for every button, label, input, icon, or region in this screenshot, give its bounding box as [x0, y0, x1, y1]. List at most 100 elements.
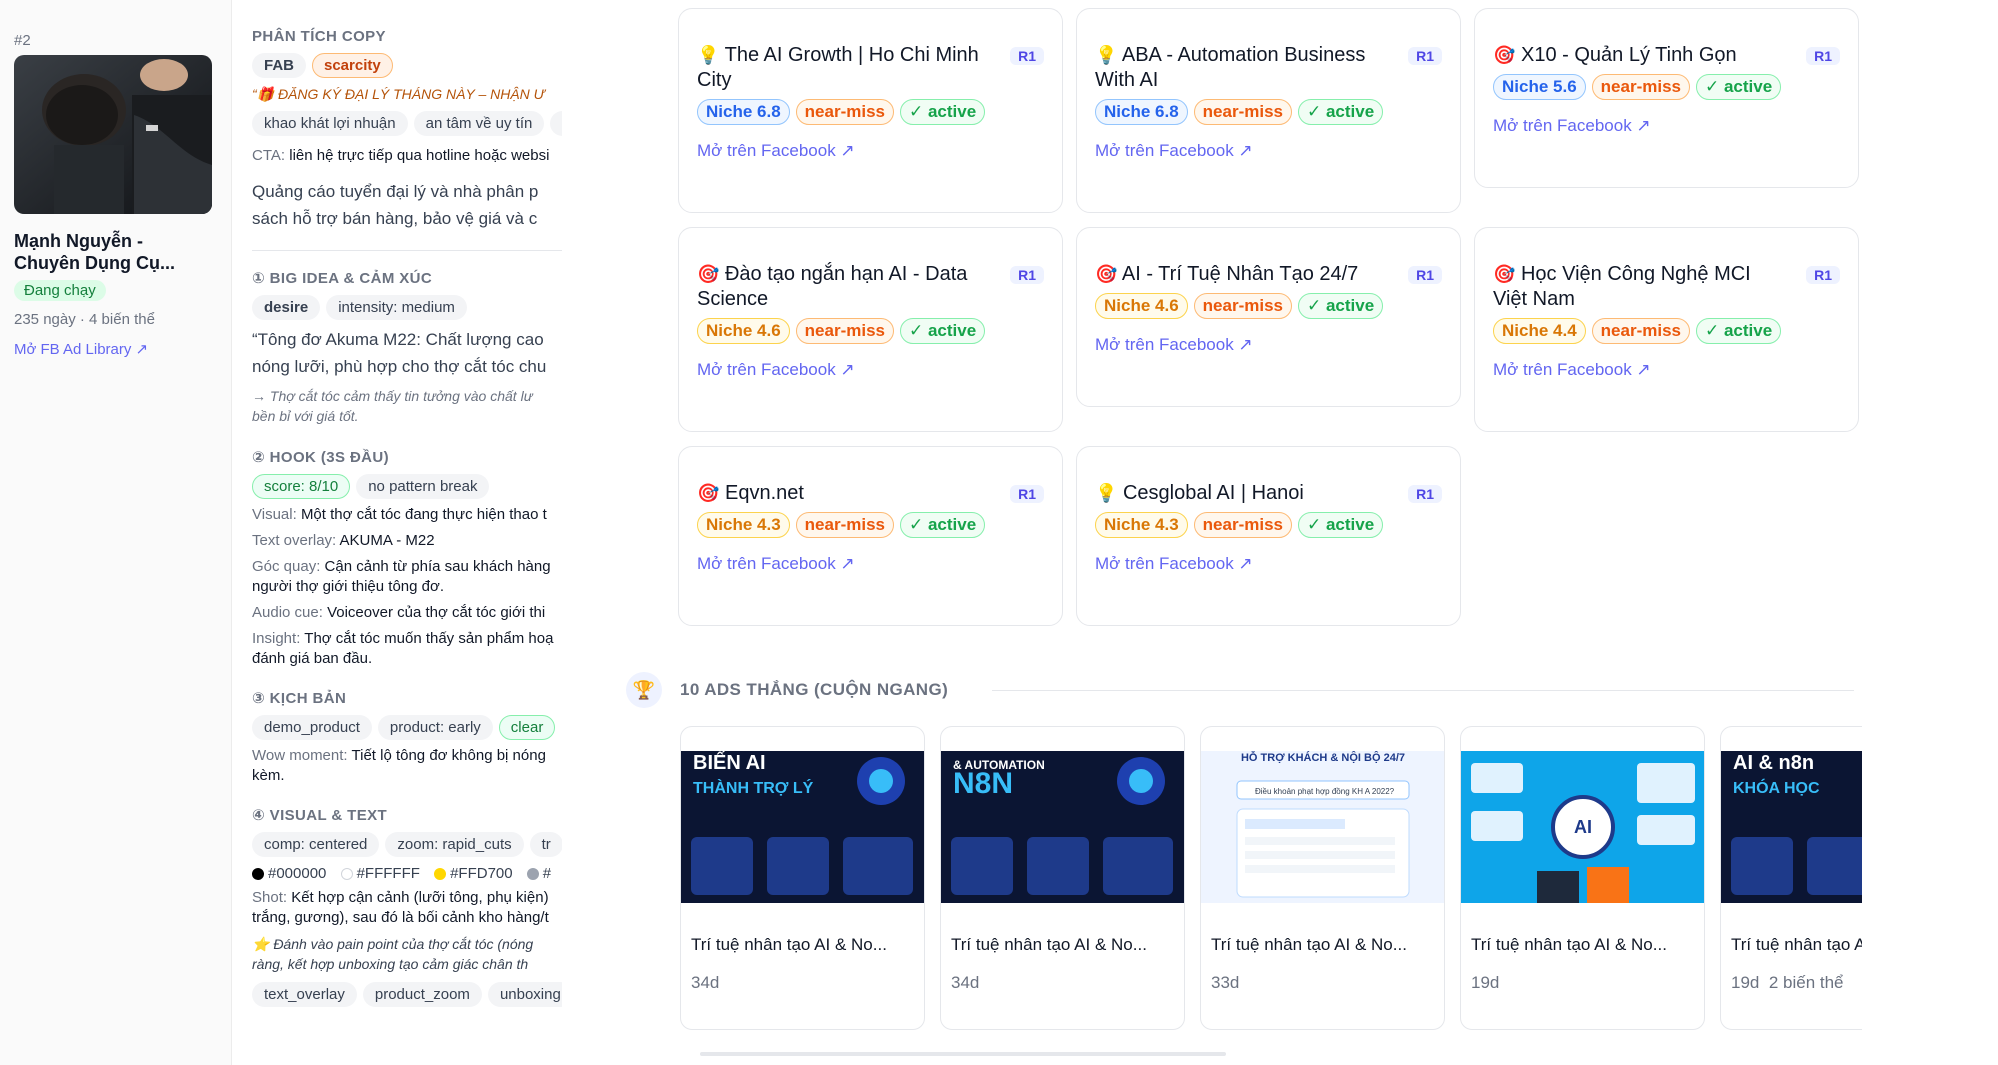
open-facebook-link[interactable]: Mở trên Facebook ↗ [1095, 335, 1442, 355]
ad-creative-image[interactable]: AI & n8n KHÓA HỌC [1721, 751, 1862, 903]
kv-key: Text overlay: [252, 532, 337, 549]
ad-rank: #2 [14, 32, 31, 49]
page-name: Đào tạo ngắn hạn AI - Data Science [697, 263, 968, 310]
page-name: ABA - Automation Business With AI [1095, 44, 1366, 91]
hook-insight: Insight: Thợ cắt tóc muốn thấy sản phẩm … [252, 629, 562, 669]
color-swatch: #FFFFFF [340, 865, 420, 882]
horizontal-scrollbar[interactable] [700, 1052, 1226, 1056]
kv-value: Voiceover của thợ cắt tóc giới thi [327, 604, 546, 621]
emotion-chip: an tâm về uy tín [413, 111, 545, 136]
ad-art-text: AI & n8n [1733, 752, 1814, 774]
ad-art-text: Điều khoản phạt hợp đồng KH A 2022? [1255, 787, 1395, 796]
winning-ad-card[interactable]: HỖ TRỢ KHÁCH & NỘI BỘ 24/7 Điều khoản phạ… [1200, 726, 1445, 1030]
cta-value: liên hệ trực tiếp qua hotline hoặc websi [289, 147, 550, 164]
winning-ad-card[interactable]: & AUTOMATION N8N Trí tuệ nhân tạo AI & No.… [940, 726, 1185, 1030]
active-chip: ✓ active [1695, 74, 1782, 100]
tag-chip: zoom: rapid_cuts [385, 832, 524, 857]
color-palette: #000000 #FFFFFF #FFD700 # [252, 865, 562, 882]
open-facebook-link[interactable]: Mở trên Facebook ↗ [697, 554, 1044, 574]
open-facebook-link[interactable]: Mở trên Facebook ↗ [1493, 116, 1840, 136]
emotion-chip: khao khát lợi nhuận [252, 111, 408, 136]
open-facebook-link[interactable]: Mở trên Facebook ↗ [1493, 360, 1840, 380]
active-chip: ✓ active [1297, 99, 1384, 125]
competitor-page-card[interactable]: 🎯 AI - Trí Tuệ Nhân Tạo 24/7 R1 Niche 4.6 n… [1076, 227, 1461, 407]
winning-ad-card[interactable]: BIẾN AI THÀNH TRỢ LÝ Trí tuệ nhân tạo AI &… [680, 726, 925, 1030]
tag-chip: clear [498, 715, 556, 740]
target-icon: 🎯 [1493, 45, 1516, 65]
active-chip: ✓ active [899, 318, 986, 344]
ad-creative-image[interactable]: & AUTOMATION N8N [941, 751, 1184, 903]
target-icon: 🎯 [697, 483, 720, 503]
tag-chip: product_zoom [362, 982, 482, 1007]
lightbulb-icon: 💡 [1095, 45, 1118, 65]
ad-card[interactable]: #2 Mạnh Nguyễn - Chuyên Dụng Cụ... Đang … [0, 0, 232, 1065]
fb-ad-library-link[interactable]: Mở FB Ad Library ↗ [14, 340, 217, 358]
swatch-label: # [542, 865, 552, 882]
ad-age: 19d [1471, 973, 1500, 992]
ad-creative-image[interactable]: HỖ TRỢ KHÁCH & NỘI BỘ 24/7 Điều khoản phạ… [1201, 751, 1444, 903]
page-chips: Niche 4.3 near-miss ✓ active [697, 512, 1044, 538]
page-name: The AI Growth | Ho Chi Minh City [697, 44, 979, 91]
kv-key: Wow moment: [252, 747, 348, 764]
competitor-page-card[interactable]: 🎯 X10 - Quản Lý Tinh Gọn R1 Niche 5.6 near-… [1474, 8, 1859, 188]
open-facebook-link[interactable]: Mở trên Facebook ↗ [1095, 554, 1442, 574]
swatch-label: #FFD700 [450, 865, 513, 882]
kv-value: Kết hợp cận cảnh (lưỡi tông, phụ kiện) [291, 889, 549, 906]
cta-line: CTA: liên hệ trực tiếp qua hotline hoặc … [252, 146, 562, 166]
ad-page-name: Mạnh Nguyễn - Chuyên Dụng Cụ... [14, 230, 217, 274]
format-tags: text_overlay product_zoom unboxing [252, 982, 562, 1007]
lightbulb-icon: 💡 [697, 45, 720, 65]
script-title: ③ KỊCH BẢN [252, 690, 347, 707]
winning-ads-carousel[interactable]: BIẾN AI THÀNH TRỢ LÝ Trí tuệ nhân tạo AI &… [680, 726, 1862, 1032]
ad-creative-image[interactable]: BIẾN AI THÀNH TRỢ LÝ [681, 751, 924, 903]
competitor-page-card[interactable]: 💡 The AI Growth | Ho Chi Minh City R1 Nich… [678, 8, 1063, 213]
pain-point-tip: ⭐ Đánh vào pain point của thợ cắt tóc (n… [252, 934, 562, 974]
ad-creative-image[interactable]: AI [1461, 751, 1704, 903]
lightbulb-icon: 💡 [1095, 483, 1118, 503]
competitor-page-card[interactable]: 🎯 Học Viện Công Nghệ MCI Việt Nam R1 Niche… [1474, 227, 1859, 432]
winning-ad-card[interactable]: AI Trí tuệ nhân tạo AI & No... 19d [1460, 726, 1705, 1030]
rank-badge: R1 [1806, 266, 1840, 284]
near-miss-chip: near-miss [1193, 512, 1292, 538]
trophy-icon: 🏆 [626, 672, 662, 708]
niche-chip: Niche 4.3 [697, 512, 790, 538]
ad-art-text: KHÓA HỌC [1733, 778, 1820, 797]
winning-ad-card[interactable]: AI & n8n KHÓA HỌC Trí tuệ nhân tạo AI 19d 2… [1720, 726, 1862, 1030]
competitor-page-card[interactable]: 🎯 Đào tạo ngắn hạn AI - Data Science R1 Ni… [678, 227, 1063, 432]
color-swatch: # [526, 865, 552, 882]
target-icon: 🎯 [1095, 264, 1118, 284]
page-title: 🎯 Học Viện Công Nghệ MCI Việt Nam [1493, 262, 1840, 312]
active-chip: ✓ active [899, 512, 986, 538]
copy-tags: FAB scarcity [252, 53, 562, 78]
tag-chip: intensity: medium [326, 295, 467, 320]
tag-chip: FAB [252, 53, 306, 78]
ad-art-text: THÀNH TRỢ LÝ [693, 778, 814, 797]
page-title: 💡 The AI Growth | Ho Chi Minh City [697, 43, 1044, 93]
rank-badge: R1 [1010, 485, 1044, 503]
competitor-page-card[interactable]: 🎯 Eqvn.net R1 Niche 4.3 near-miss ✓ active Mở… [678, 446, 1063, 626]
ad-meta: 235 ngày · 4 biến thể [14, 311, 155, 328]
ad-meta: 34d [691, 973, 924, 993]
hook-overlay: Text overlay: AKUMA - M22 [252, 531, 562, 551]
niche-chip: Niche 5.6 [1493, 74, 1586, 100]
hook-audio: Audio cue: Voiceover của thợ cắt tóc giớ… [252, 603, 562, 623]
open-facebook-link[interactable]: Mở trên Facebook ↗ [697, 360, 1044, 380]
ad-title: Trí tuệ nhân tạo AI & No... [1471, 935, 1667, 954]
divider [992, 690, 1854, 691]
ad-thumbnail[interactable] [14, 55, 212, 214]
niche-chip: Niche 6.8 [1095, 99, 1188, 125]
competitor-page-card[interactable]: 💡 ABA - Automation Business With AI R1 Nic… [1076, 8, 1461, 213]
open-facebook-link[interactable]: Mở trên Facebook ↗ [1095, 141, 1442, 161]
hook-tags: score: 8/10 no pattern break [252, 474, 562, 499]
competitor-page-card[interactable]: 💡 Cesglobal AI | Hanoi R1 Niche 4.3 near-mi… [1076, 446, 1461, 626]
page-title: 🎯 Eqvn.net [697, 481, 1044, 506]
shot-desc: Shot: Kết hợp cận cảnh (lưỡi tông, phụ k… [252, 888, 562, 928]
kv-value: kèm. [252, 767, 285, 784]
kv-key: Audio cue: [252, 604, 323, 621]
open-facebook-link[interactable]: Mở trên Facebook ↗ [697, 141, 1044, 161]
target-icon: 🎯 [697, 264, 720, 284]
kv-value: Cận cảnh từ phía sau khách hàng [324, 558, 551, 575]
niche-chip: Niche 4.3 [1095, 512, 1188, 538]
hook-title: ② HOOK (3S ĐẦU) [252, 449, 390, 466]
ad-meta: 33d [1211, 973, 1444, 993]
